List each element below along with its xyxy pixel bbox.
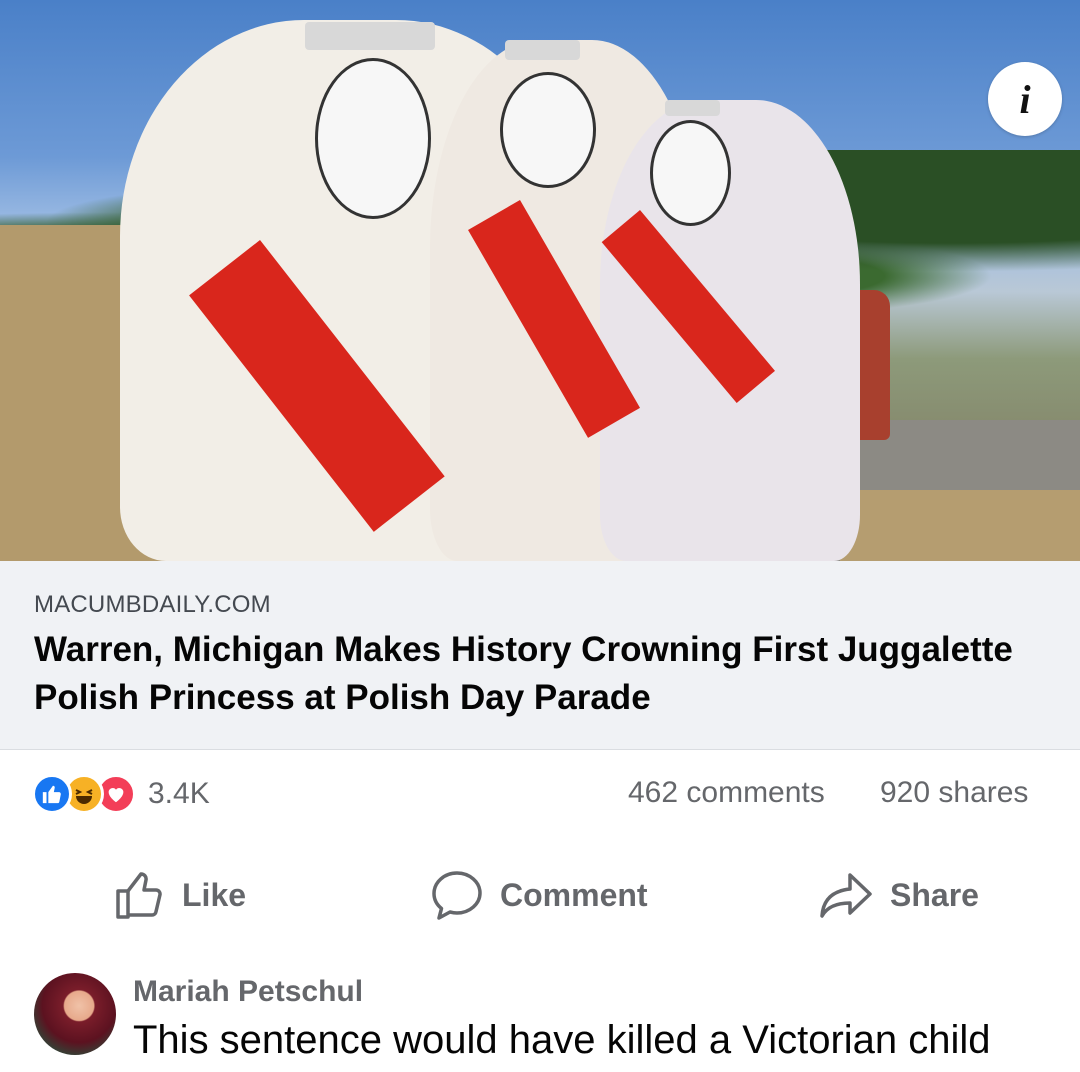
speech-bubble-icon	[432, 871, 482, 920]
comment-author[interactable]: Mariah Petschul	[133, 975, 363, 1009]
tiara-middle	[505, 40, 580, 60]
reaction-count: 3.4K	[148, 777, 210, 810]
clown-face-middle	[500, 72, 596, 188]
info-button[interactable]: i	[988, 62, 1062, 136]
share-button[interactable]: Share	[818, 862, 979, 928]
comment-button[interactable]: Comment	[430, 862, 648, 928]
like-label: Like	[182, 876, 247, 913]
comments-count[interactable]: 462 comments	[628, 776, 825, 810]
comment-label: Comment	[500, 876, 648, 913]
avatar[interactable]	[34, 973, 116, 1055]
tiara-left	[305, 22, 435, 50]
thumbs-up-icon	[116, 872, 162, 919]
share-label: Share	[890, 876, 979, 913]
shares-count[interactable]: 920 shares	[880, 776, 1028, 810]
action-bar: Like Comment Share	[0, 862, 1080, 928]
like-button[interactable]: Like	[114, 862, 246, 928]
clown-face-left	[315, 58, 431, 219]
share-arrow-icon	[820, 873, 872, 918]
reactions-summary[interactable]: 3.4K	[32, 772, 210, 816]
comment-text: This sentence would have killed a Victor…	[133, 1018, 991, 1062]
link-headline[interactable]: Warren, Michigan Makes History Crowning …	[34, 626, 1044, 722]
tiara-right	[665, 100, 720, 116]
link-domain: MACUMBDAILY.COM	[34, 591, 271, 618]
article-photo[interactable]: i	[0, 0, 1080, 561]
info-icon: i	[1019, 76, 1031, 122]
like-icon	[32, 774, 72, 814]
convertible-car	[840, 490, 1080, 561]
clown-face-right	[650, 120, 731, 226]
